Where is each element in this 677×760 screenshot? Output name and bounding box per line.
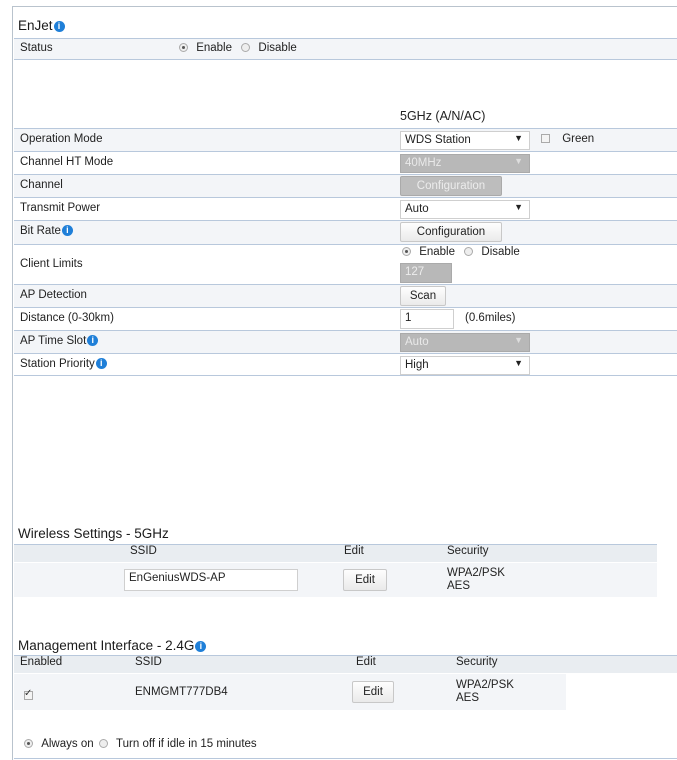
client-limits-input: 127 xyxy=(400,263,452,283)
band-column-header: 5GHz (A/N/AC) xyxy=(400,109,486,123)
wireless-security-header: Security xyxy=(447,545,489,557)
distance-input[interactable]: 1 xyxy=(400,309,454,329)
station-priority-row: Station Priority i High ▼ xyxy=(14,353,677,376)
ap-time-slot-label-wrap: AP Time Slot i xyxy=(20,335,99,347)
transmit-power-select[interactable]: Auto ▼ xyxy=(400,200,530,219)
management-ssid-header: SSID xyxy=(135,656,162,668)
wireless-table-row xyxy=(14,563,657,597)
scan-button[interactable]: Scan xyxy=(400,286,446,306)
enjet-title: EnJet xyxy=(18,18,53,33)
management-power-options: Always on Turn off if idle in 15 minutes xyxy=(24,738,257,750)
channel-ht-mode-value: 40MHz xyxy=(405,157,442,169)
management-interface-title: Management Interface - 2.4G xyxy=(18,638,195,653)
turn-off-idle-radio[interactable] xyxy=(98,739,108,748)
station-priority-label-wrap: Station Priority i xyxy=(20,358,107,370)
management-table-header xyxy=(14,655,677,673)
wireless-security-value: WPA2/PSK AES xyxy=(447,567,505,593)
frame-left-border xyxy=(12,6,13,760)
chevron-down-icon: ▼ xyxy=(514,133,523,143)
client-limits-radio-group: Enable Disable xyxy=(402,246,520,258)
wireless-security-line1: WPA2/PSK xyxy=(447,567,505,579)
info-icon[interactable]: i xyxy=(53,21,65,32)
management-ssid-value: ENMGMT777DB4 xyxy=(135,686,228,698)
operation-mode-row: Operation Mode WDS Station ▼ Green xyxy=(14,128,677,151)
station-priority-select[interactable]: High ▼ xyxy=(400,356,530,375)
wireless-edit-button[interactable]: Edit xyxy=(343,569,387,591)
wireless-ssid-header: SSID xyxy=(130,545,157,557)
status-disable-radio[interactable] xyxy=(241,43,251,52)
management-security-line2: AES xyxy=(456,692,480,704)
wireless-settings-title: Wireless Settings - 5GHz xyxy=(18,526,169,541)
client-limits-label: Client Limits xyxy=(20,258,83,270)
enjet-status-row: Status Enable Disable xyxy=(14,38,677,60)
client-limits-disable-label: Disable xyxy=(481,246,520,258)
green-label: Green xyxy=(562,133,595,145)
ap-time-slot-select: Auto ▼ xyxy=(400,333,530,352)
bit-rate-configuration-button[interactable]: Configuration xyxy=(400,222,502,242)
client-limits-enable-radio[interactable] xyxy=(402,247,411,256)
status-enable-label: Enable xyxy=(196,42,233,54)
ap-time-slot-value: Auto xyxy=(405,336,429,348)
operation-mode-value: WDS Station xyxy=(405,134,471,146)
channel-row: Channel Configuration xyxy=(14,174,677,197)
management-security-value: WPA2/PSK AES xyxy=(456,679,514,705)
management-security-line1: WPA2/PSK xyxy=(456,679,514,691)
channel-configuration-button: Configuration xyxy=(400,176,502,196)
channel-label: Channel xyxy=(20,179,63,191)
wireless-ssid-field[interactable]: EnGeniusWDS-AP xyxy=(124,569,298,591)
bit-rate-label-wrap: Bit Rate i xyxy=(20,225,73,237)
operation-mode-label: Operation Mode xyxy=(20,133,103,145)
green-option: Green xyxy=(541,133,594,145)
operation-mode-select[interactable]: WDS Station ▼ xyxy=(400,131,530,150)
management-interface-title-wrap: Management Interface - 2.4G i xyxy=(18,638,207,653)
status-disable-label: Disable xyxy=(258,42,297,54)
wireless-table-header xyxy=(14,544,657,562)
management-edit-header: Edit xyxy=(356,656,376,668)
always-on-label: Always on xyxy=(41,738,94,750)
chevron-down-icon: ▼ xyxy=(514,358,523,368)
distance-row: Distance (0-30km) 1 (0.6miles) xyxy=(14,307,677,330)
status-enable-radio[interactable] xyxy=(179,43,188,52)
chevron-down-icon: ▼ xyxy=(514,202,523,212)
turn-off-idle-label: Turn off if idle in 15 minutes xyxy=(116,738,257,750)
channel-ht-mode-row: Channel HT Mode 40MHz ▼ xyxy=(14,151,677,174)
management-enabled-checkbox[interactable] xyxy=(24,688,33,700)
info-icon[interactable]: i xyxy=(61,225,73,236)
wireless-security-line2: AES xyxy=(447,580,471,592)
distance-miles-label: (0.6miles) xyxy=(465,312,516,324)
info-icon[interactable]: i xyxy=(95,358,107,369)
always-on-radio[interactable] xyxy=(24,739,33,748)
station-priority-value: High xyxy=(405,359,429,371)
enjet-section-title: EnJet i xyxy=(18,18,65,33)
status-label: Status xyxy=(20,42,53,54)
station-priority-label: Station Priority xyxy=(20,358,95,370)
channel-ht-mode-select: 40MHz ▼ xyxy=(400,154,530,173)
channel-ht-mode-label: Channel HT Mode xyxy=(20,156,114,168)
distance-label: Distance (0-30km) xyxy=(20,312,114,324)
transmit-power-value: Auto xyxy=(405,203,429,215)
wireless-edit-header: Edit xyxy=(344,545,364,557)
client-limits-row: Client Limits Enable Disable 127 xyxy=(14,244,677,284)
frame-top-border xyxy=(12,6,677,7)
transmit-power-label: Transmit Power xyxy=(20,202,101,214)
ap-time-slot-row: AP Time Slot i Auto ▼ xyxy=(14,330,677,353)
management-enabled-header: Enabled xyxy=(20,656,63,668)
status-radio-group: Enable Disable xyxy=(179,42,297,54)
chevron-down-icon: ▼ xyxy=(514,156,523,166)
chevron-down-icon: ▼ xyxy=(514,335,523,345)
bottom-divider xyxy=(14,758,677,759)
info-icon[interactable]: i xyxy=(87,335,99,346)
bit-rate-row: Bit Rate i Configuration xyxy=(14,220,677,244)
bit-rate-label: Bit Rate xyxy=(20,225,61,237)
client-limits-disable-radio[interactable] xyxy=(464,247,474,256)
ap-time-slot-label: AP Time Slot xyxy=(20,335,87,347)
ap-detection-label: AP Detection xyxy=(20,289,87,301)
management-security-header: Security xyxy=(456,656,498,668)
ap-detection-row: AP Detection Scan xyxy=(14,284,677,307)
green-checkbox[interactable] xyxy=(541,134,550,143)
client-limits-enable-label: Enable xyxy=(419,246,456,258)
transmit-power-row: Transmit Power Auto ▼ xyxy=(14,197,677,220)
info-icon[interactable]: i xyxy=(195,641,207,652)
management-edit-button[interactable]: Edit xyxy=(352,681,394,703)
